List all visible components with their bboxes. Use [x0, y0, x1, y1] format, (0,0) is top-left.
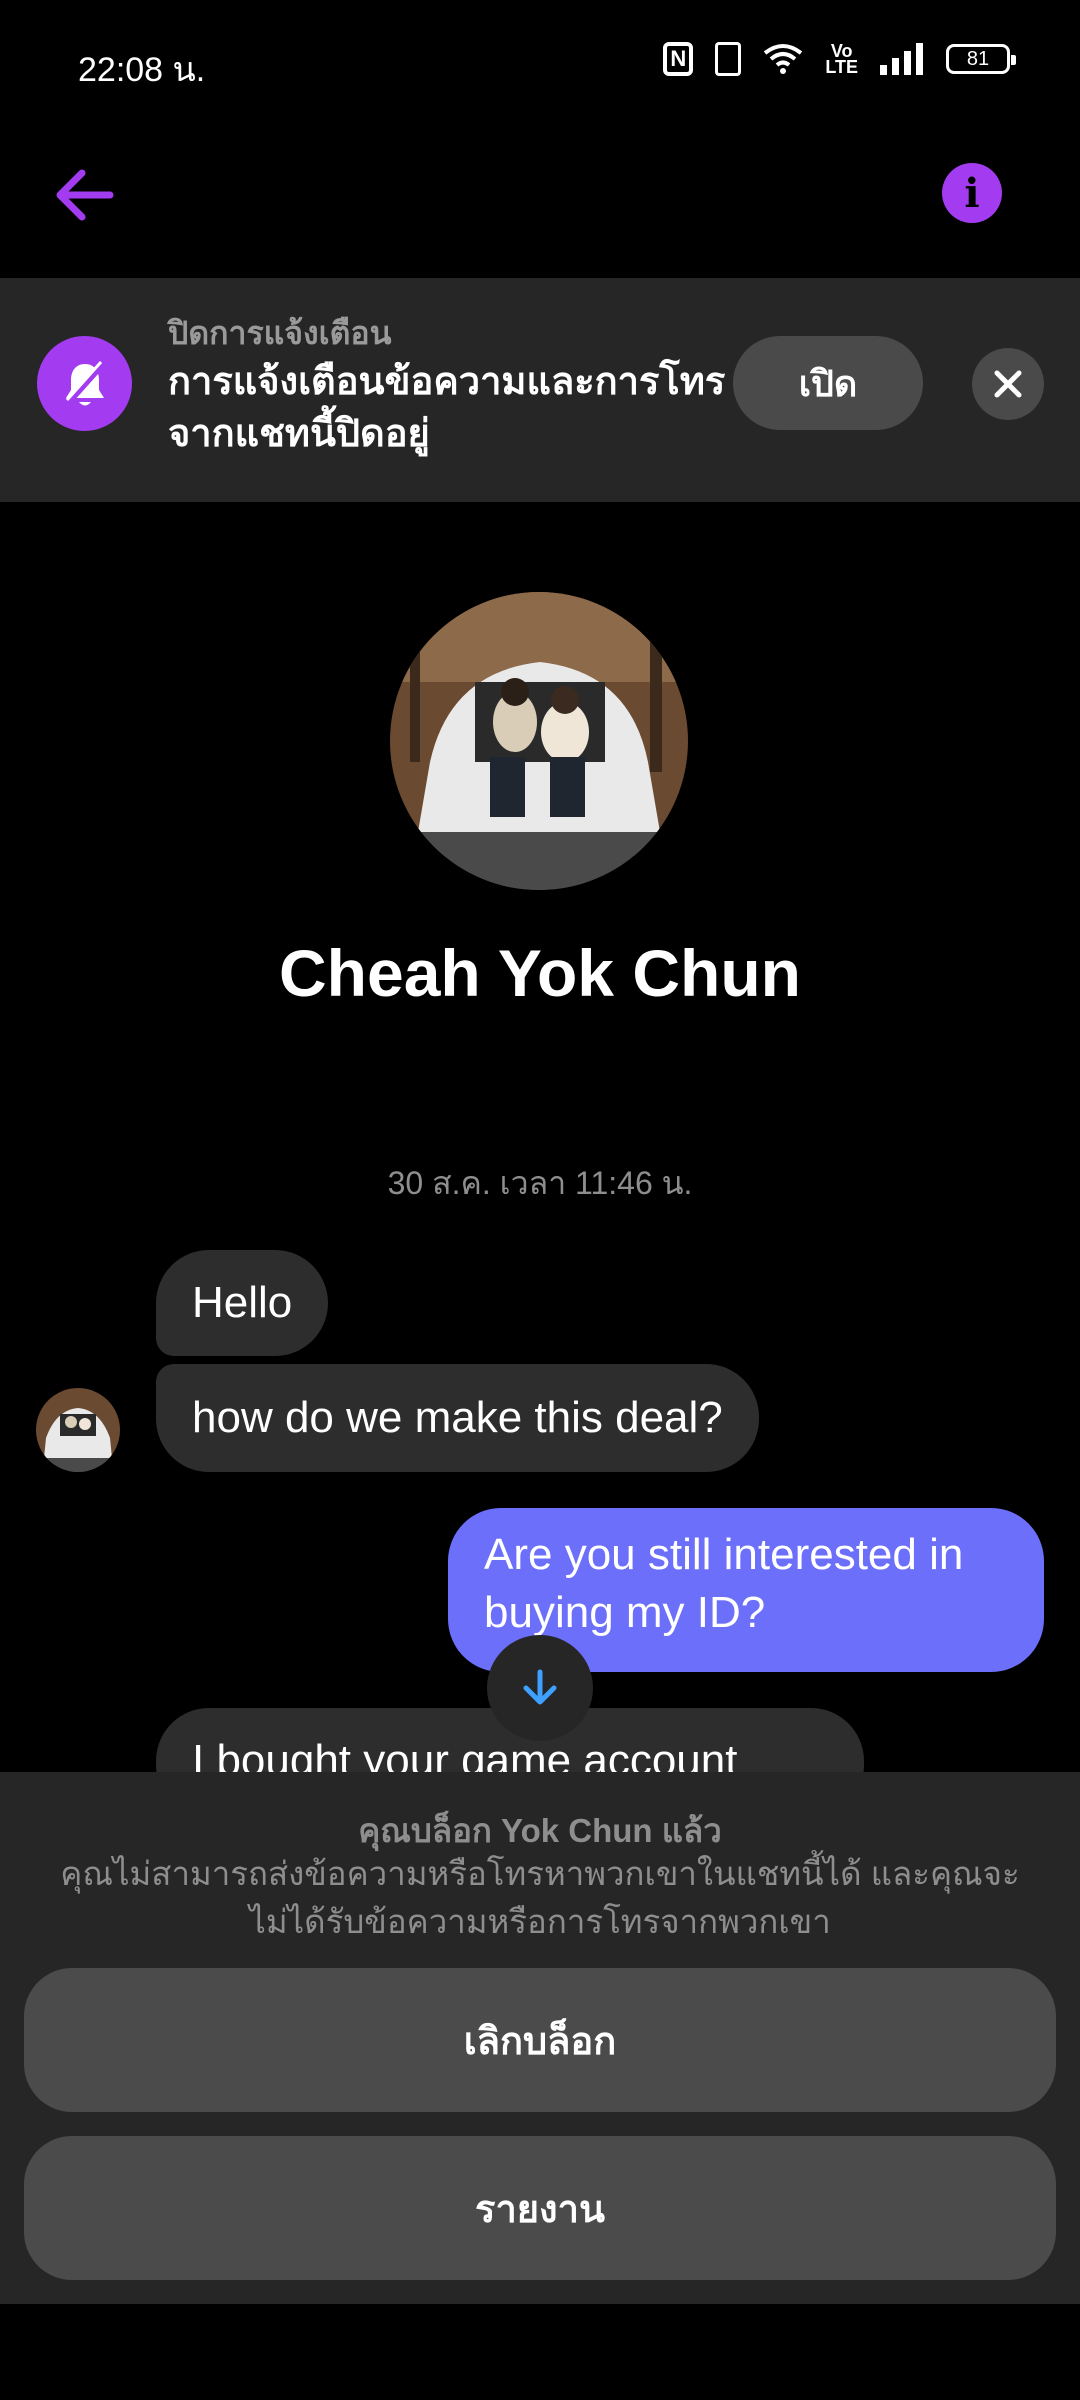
- chat-timestamp: 30 ส.ค. เวลา 11:46 น.: [387, 1165, 693, 1201]
- status-bar: 22:08 น. N Vo LTE 81: [0, 0, 1080, 125]
- sender-avatar[interactable]: [36, 1388, 120, 1472]
- arrow-left-icon: [56, 169, 114, 221]
- status-icons: N Vo LTE 81: [663, 41, 1016, 77]
- status-time: 22:08 น.: [78, 51, 206, 89]
- nfc-icon: N: [663, 42, 694, 76]
- battery-icon: 81: [946, 44, 1016, 74]
- info-icon: i: [964, 169, 980, 217]
- blocked-description: คุณไม่สามารถส่งข้อความหรือโทรหาพวกเขาในแ…: [60, 1855, 1020, 1940]
- volte-icon: Vo LTE: [825, 41, 858, 77]
- blocked-sheet: คุณบล็อก Yok Chun แล้ว คุณไม่สามารถส่งข้…: [0, 1772, 1080, 2304]
- turn-on-notifications-button[interactable]: เปิด: [733, 336, 923, 430]
- bell-off-icon: [37, 336, 132, 431]
- mute-banner: ปิดการแจ้งเตือน การแจ้งเตือนข้อความและกา…: [0, 278, 1080, 502]
- arrow-down-icon: [523, 1669, 557, 1705]
- close-banner-button[interactable]: [972, 348, 1044, 420]
- mute-title: ปิดการแจ้งเตือน: [168, 315, 392, 351]
- profile-avatar[interactable]: [390, 592, 688, 890]
- info-button[interactable]: i: [942, 163, 1002, 223]
- signal-icon: [880, 43, 923, 75]
- report-button[interactable]: รายงาน: [24, 2136, 1056, 2280]
- mute-message: การแจ้งเตือนข้อความและการโทรจากแชทนี้ปิด…: [168, 361, 726, 455]
- vibrate-icon: [715, 42, 742, 76]
- back-button[interactable]: [50, 160, 120, 230]
- message-bubble[interactable]: how do we make this deal?: [156, 1364, 759, 1472]
- scroll-to-bottom-button[interactable]: [487, 1635, 593, 1741]
- close-icon: [994, 370, 1022, 398]
- wifi-icon: [764, 44, 803, 74]
- unblock-button[interactable]: เลิกบล็อก: [24, 1968, 1056, 2112]
- profile-name: Cheah Yok Chun: [279, 936, 801, 1010]
- message-bubble[interactable]: Hello: [156, 1250, 329, 1356]
